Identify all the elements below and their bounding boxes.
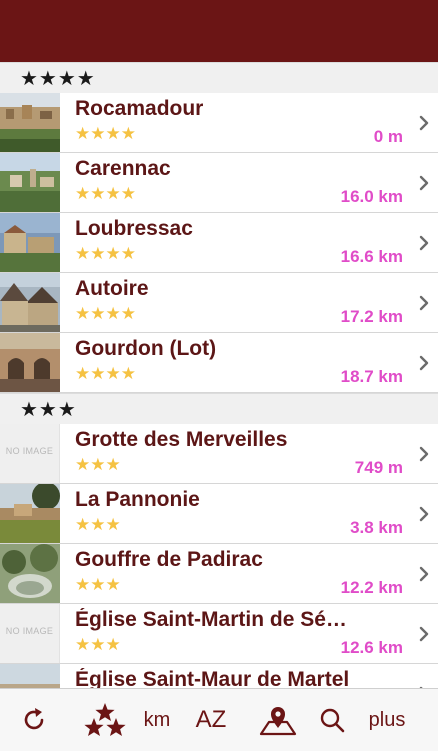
section-header-label: ★★★★ (20, 66, 96, 90)
sort-by-stars-button[interactable] (82, 689, 128, 751)
item-title: Gourdon (Lot) (75, 337, 217, 360)
chevron-right-icon (419, 566, 429, 582)
item-rating: ★★★★ (75, 124, 136, 144)
item-title: Carennac (75, 157, 171, 180)
item-distance: 17.2 km (340, 307, 403, 326)
chevron-right-icon (419, 355, 429, 371)
item-distance: 12.6 km (340, 638, 403, 657)
item-distance: 16.0 km (340, 187, 403, 206)
item-title: Loubressac (75, 217, 193, 240)
item-distance: 16.6 km (340, 247, 403, 266)
more-label: plus (368, 708, 406, 731)
more-button[interactable]: plus (360, 689, 414, 751)
item-title: Autoire (75, 277, 149, 300)
chevron-right-icon (419, 295, 429, 311)
list-item[interactable]: Carennac ★★★★ 16.0 km (0, 153, 438, 213)
item-rating: ★★★ (75, 575, 121, 595)
item-distance: 749 m (354, 458, 403, 477)
no-image-label: NO IMAGE (5, 626, 54, 636)
thumbnail-image (0, 153, 60, 212)
chevron-right-icon (419, 626, 429, 642)
item-distance: 12.2 km (340, 578, 403, 597)
list-item[interactable]: Rocamadour ★★★★ 0 m (0, 93, 438, 153)
list-item[interactable]: Loubressac ★★★★ 16.6 km (0, 213, 438, 273)
section-header-3-stars: ★★★ (0, 393, 438, 424)
item-distance: 3.8 km (350, 518, 403, 537)
thumbnail-image (0, 93, 60, 152)
item-rating: ★★★★ (75, 364, 136, 384)
search-button[interactable] (314, 689, 350, 751)
az-label: AZ (195, 706, 227, 733)
item-distance: 18.7 km (340, 367, 403, 386)
refresh-button[interactable] (14, 689, 54, 751)
sort-alphabetical-button[interactable]: AZ (190, 689, 232, 751)
stars-sort-icon (84, 703, 126, 736)
item-rating: ★★★ (75, 515, 121, 535)
thumbnail-image (0, 213, 60, 272)
list-item[interactable]: NO IMAGE Grotte des Merveilles ★★★ 749 m (0, 424, 438, 484)
item-title: La Pannonie (75, 488, 200, 511)
thumbnail-image (0, 544, 60, 603)
no-image-label: NO IMAGE (5, 446, 54, 456)
section-header-4-stars: ★★★★ (0, 62, 438, 93)
thumbnail-image (0, 273, 60, 332)
top-navigation-bar (0, 0, 438, 62)
list-item[interactable]: NO IMAGE Église Saint-Martin de Sé… ★★★ … (0, 604, 438, 664)
item-rating: ★★★★ (75, 304, 136, 324)
no-image-placeholder: NO IMAGE (0, 604, 60, 663)
list-item[interactable]: Gourdon (Lot) ★★★★ 18.7 km (0, 333, 438, 393)
list-item[interactable]: Gouffre de Padirac ★★★ 12.2 km (0, 544, 438, 604)
item-title: Rocamadour (75, 97, 204, 120)
map-button[interactable] (256, 689, 300, 751)
thumbnail-image (0, 664, 60, 688)
list-item[interactable]: Église Saint-Maur de Martel ★★★ (0, 664, 438, 688)
chevron-right-icon (419, 175, 429, 191)
km-label: km (143, 708, 171, 731)
item-title: Gouffre de Padirac (75, 548, 263, 571)
chevron-right-icon (419, 506, 429, 522)
list-item[interactable]: Autoire ★★★★ 17.2 km (0, 273, 438, 333)
chevron-right-icon (419, 115, 429, 131)
item-title: Église Saint-Martin de Sé… (75, 608, 347, 631)
item-rating: ★★★★ (75, 244, 136, 264)
item-distance: 0 m (373, 127, 403, 146)
sort-by-distance-button[interactable]: km (136, 689, 178, 751)
item-title: Église Saint-Maur de Martel (75, 668, 350, 688)
item-rating: ★★★ (75, 455, 121, 475)
no-image-placeholder: NO IMAGE (0, 424, 60, 483)
chevron-right-icon (419, 235, 429, 251)
list-item[interactable]: La Pannonie ★★★ 3.8 km (0, 484, 438, 544)
refresh-icon (24, 708, 44, 730)
bottom-toolbar: km AZ plus (0, 688, 438, 751)
chevron-right-icon (419, 446, 429, 462)
map-pin-icon (259, 707, 297, 736)
section-header-label: ★★★ (20, 397, 77, 421)
search-icon (320, 708, 345, 733)
item-rating: ★★★★ (75, 184, 136, 204)
thumbnail-image (0, 333, 60, 392)
item-rating: ★★★ (75, 635, 121, 655)
thumbnail-image (0, 484, 60, 543)
poi-list[interactable]: ★★★★ Rocamadour ★★★★ 0 m Carennac ★★★★ 1… (0, 62, 438, 688)
item-title: Grotte des Merveilles (75, 428, 288, 451)
